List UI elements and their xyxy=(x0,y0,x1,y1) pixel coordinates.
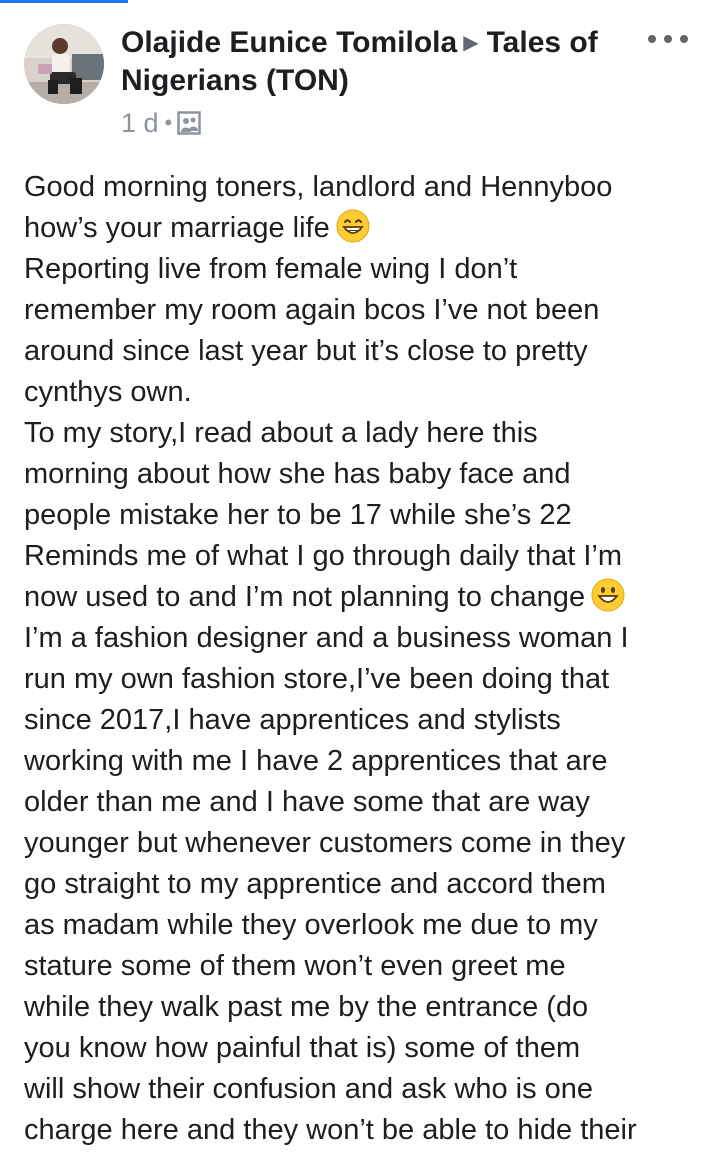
post-text-line: Good morning toners, landlord and Hennyb… xyxy=(24,171,613,203)
post-text-line: since 2017,I have apprentices and stylis… xyxy=(24,704,561,736)
post-text-line: now used to and I’m not planning to chan… xyxy=(24,577,704,618)
post-body: Good morning toners, landlord and Hennyb… xyxy=(24,167,704,1151)
post-text-line: younger but whenever customers come in t… xyxy=(24,827,626,859)
grinning-face-with-smiling-eyes-emoji xyxy=(336,209,370,243)
post-text-line: run my own fashion store,I’ve been doing… xyxy=(24,663,610,695)
post-text-line: will show their confusion and ask who is… xyxy=(24,1073,594,1105)
author-name[interactable]: Olajide Eunice Tomilola xyxy=(121,26,457,59)
post-text-line: older than me and I have some that are w… xyxy=(24,786,590,818)
ellipsis-icon xyxy=(648,35,656,43)
post-text-line: cynthys own. xyxy=(24,376,192,408)
post-text-line: To my story,I read about a lady here thi… xyxy=(24,417,538,449)
more-options-button[interactable] xyxy=(648,26,688,52)
post-timestamp[interactable]: 1 d xyxy=(121,108,159,139)
right-triangle-icon: ▶ xyxy=(463,32,479,54)
post-text-line: around since last year but it’s close to… xyxy=(24,335,588,367)
post-text-line: I’m a fashion designer and a business wo… xyxy=(24,622,629,654)
post-text-line: Reminds me of what I go through daily th… xyxy=(24,540,623,572)
post-header: Olajide Eunice Tomilola ▶ Tales of Nigeria… xyxy=(0,0,720,150)
post-meta: 1 d • xyxy=(121,106,201,140)
avatar[interactable] xyxy=(24,24,104,104)
avatar-photo xyxy=(24,24,104,104)
facebook-post: Olajide Eunice Tomilola ▶ Tales of Nigeria… xyxy=(0,0,720,1166)
meta-separator: • xyxy=(164,110,173,135)
post-text-line: you know how painful that is) some of th… xyxy=(24,1032,581,1064)
grinning-face-emoji xyxy=(591,578,625,612)
post-text-line: morning about how she has baby face and xyxy=(24,458,571,490)
post-text-line: go straight to my apprentice and accord … xyxy=(24,868,606,900)
post-text-line: charge here and they won’t be able to hi… xyxy=(24,1114,637,1146)
post-text-line: as madam while they overlook me due to m… xyxy=(24,909,598,941)
post-text-line: stature some of them won’t even greet me xyxy=(24,950,566,982)
post-text-line: remember my room again bcos I’ve not bee… xyxy=(24,294,600,326)
post-text-line: Reporting live from female wing I don’t xyxy=(24,253,518,285)
post-text-line: people mistake her to be 17 while she’s … xyxy=(24,499,572,531)
post-text-line: how’s your marriage life xyxy=(24,208,704,249)
post-text-line: working with me I have 2 apprentices tha… xyxy=(24,745,608,777)
group-icon xyxy=(177,111,201,135)
post-title: Olajide Eunice Tomilola ▶ Tales of Nigeria… xyxy=(121,24,641,100)
post-text-line: while they walk past me by the entrance … xyxy=(24,991,589,1023)
